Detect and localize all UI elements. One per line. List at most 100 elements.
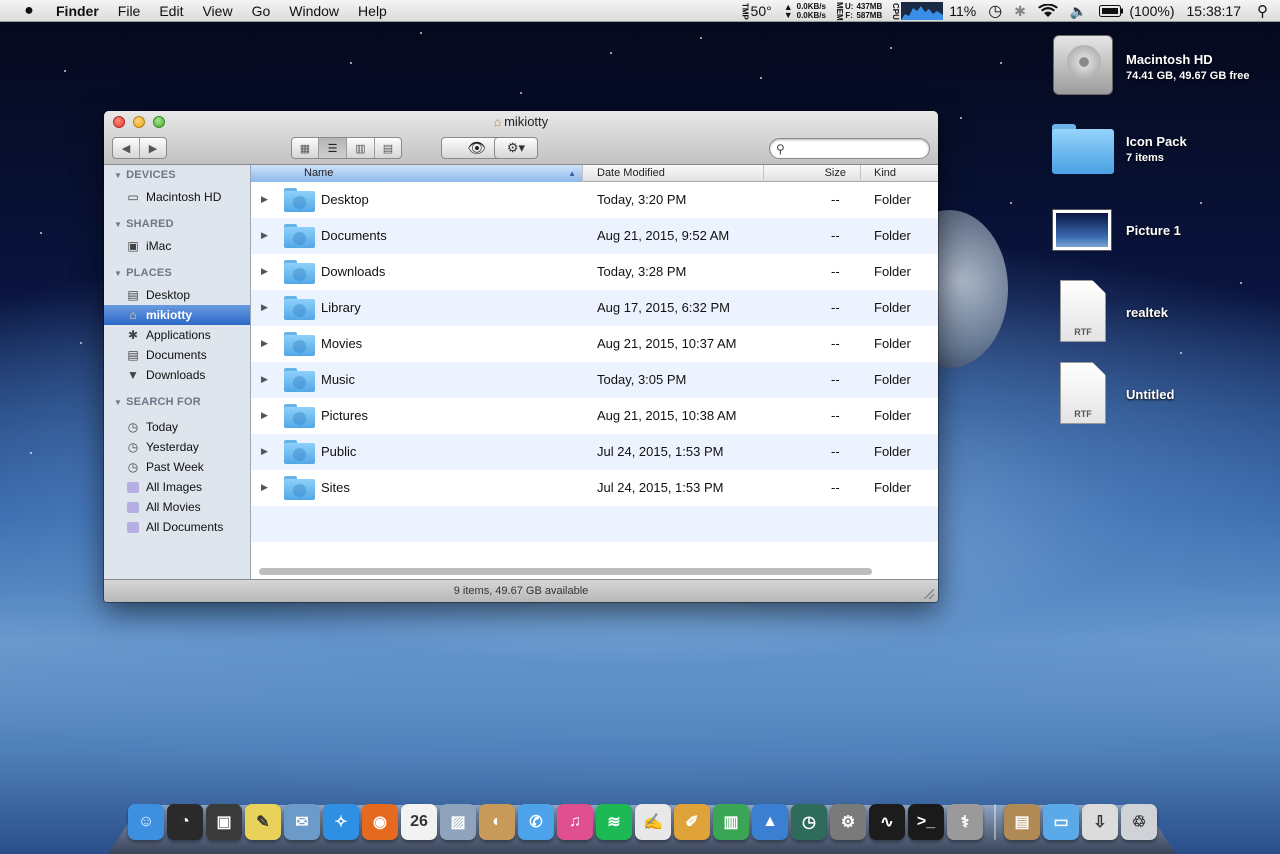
window-titlebar[interactable]: ⌂ mikiotty ◀ ▶ ▦ ☰ ▥ ▤ 👁 ⚙▾ ⚲ xyxy=(104,111,938,165)
disclosure-triangle-icon[interactable]: ▶ xyxy=(261,194,268,205)
menu-help[interactable]: Help xyxy=(358,3,387,19)
dock-applications-stack-icon[interactable]: ▤ xyxy=(1004,804,1040,840)
time-machine-icon[interactable]: ◷ xyxy=(988,1,1002,21)
sidebar-item-yesterday[interactable]: ◷ Yesterday xyxy=(104,437,250,457)
menu-edit[interactable]: Edit xyxy=(159,3,183,19)
dock-dashboard-icon[interactable]: ◔ xyxy=(167,804,203,840)
sidebar-item-imac[interactable]: ▣ iMac xyxy=(104,236,250,256)
sidebar-item-today[interactable]: ◷ Today xyxy=(104,417,250,437)
column-header-kind[interactable]: Kind xyxy=(861,165,938,182)
disclosure-triangle-icon[interactable]: ▶ xyxy=(261,410,268,421)
table-row[interactable]: ▶ Movies Aug 21, 2015, 10:37 AM -- Folder xyxy=(251,326,938,362)
dock-preview-icon[interactable]: ▨ xyxy=(440,804,476,840)
sidebar-section-places[interactable]: ▼ PLACES xyxy=(114,267,172,279)
column-header-name[interactable]: Name ▲ xyxy=(251,165,583,182)
dock-stickies-icon[interactable]: ✎ xyxy=(245,804,281,840)
sidebar-item-desktop[interactable]: ▤ Desktop xyxy=(104,285,250,305)
dock-terminal-icon[interactable]: >_ xyxy=(908,804,944,840)
dock-trash-icon[interactable]: ♲ xyxy=(1121,804,1157,840)
dock-documents-stack-icon[interactable]: ▭ xyxy=(1043,804,1079,840)
table-row[interactable]: ▶ Pictures Aug 21, 2015, 10:38 AM -- Folder xyxy=(251,398,938,434)
menu-window[interactable]: Window xyxy=(289,3,339,19)
dock-textedit-icon[interactable]: ✍ xyxy=(635,804,671,840)
disclosure-triangle-icon[interactable]: ▶ xyxy=(261,302,268,313)
sidebar-item-all-documents[interactable]: All Documents xyxy=(104,517,250,537)
search-field[interactable]: ⚲ xyxy=(769,138,930,159)
action-button[interactable]: ⚙▾ xyxy=(494,137,538,159)
dock-itunes-icon[interactable]: ♫ xyxy=(557,804,593,840)
menu-go[interactable]: Go xyxy=(252,3,271,19)
disclosure-triangle-icon[interactable]: ▶ xyxy=(261,374,268,385)
dock-contacts-icon[interactable]: ◐ xyxy=(479,804,515,840)
column-view-button[interactable]: ▥ xyxy=(347,138,375,158)
search-input[interactable] xyxy=(792,141,922,156)
dock-system-preferences-icon[interactable]: ⚙ xyxy=(830,804,866,840)
dock-safari-icon[interactable]: ✧ xyxy=(323,804,359,840)
icon-view-button[interactable]: ▦ xyxy=(292,138,319,158)
spotlight-icon[interactable]: ⚲ xyxy=(1257,2,1268,20)
dock-finder-icon[interactable]: ☺ xyxy=(128,804,164,840)
dock-disk-utility-icon[interactable]: ⚕ xyxy=(947,804,983,840)
dock-photo-booth-icon[interactable]: ▣ xyxy=(206,804,242,840)
dock-mail-icon[interactable]: ✉ xyxy=(284,804,320,840)
disclosure-triangle-icon[interactable]: ▶ xyxy=(261,446,268,457)
table-row[interactable]: ▶ Downloads Today, 3:28 PM -- Folder xyxy=(251,254,938,290)
coverflow-view-button[interactable]: ▤ xyxy=(375,138,401,158)
dock-calendar-icon[interactable]: 26 xyxy=(401,804,437,840)
table-row[interactable]: ▶ Documents Aug 21, 2015, 9:52 AM -- Folder xyxy=(251,218,938,254)
bluetooth-icon[interactable]: ✱ xyxy=(1014,3,1026,20)
sidebar-item-all-movies[interactable]: All Movies xyxy=(104,497,250,517)
dock-numbers-icon[interactable]: ▥ xyxy=(713,804,749,840)
sidebar-item-home[interactable]: ⌂ mikiotty xyxy=(104,305,250,325)
dock-spotify-icon[interactable]: ≋ xyxy=(596,804,632,840)
table-row[interactable]: ▶ Desktop Today, 3:20 PM -- Folder xyxy=(251,182,938,218)
sidebar-item-applications[interactable]: ✱ Applications xyxy=(104,325,250,345)
menu-finder[interactable]: Finder xyxy=(56,3,99,19)
disclosure-triangle-icon[interactable]: ▶ xyxy=(261,266,268,277)
sidebar-item-downloads[interactable]: ▼ Downloads xyxy=(104,365,250,385)
menu-file[interactable]: File xyxy=(118,3,141,19)
disclosure-triangle-icon[interactable]: ▶ xyxy=(261,338,268,349)
resize-grip-icon[interactable] xyxy=(924,589,934,599)
sidebar-section-devices[interactable]: ▼ DEVICES xyxy=(114,169,176,181)
sidebar-item-all-images[interactable]: All Images xyxy=(104,477,250,497)
dock-keynote-icon[interactable]: ▲ xyxy=(752,804,788,840)
dock-pages-icon[interactable]: ✐ xyxy=(674,804,710,840)
dock-activity-monitor-icon[interactable]: ∿ xyxy=(869,804,905,840)
apple-menu-icon[interactable]: ● xyxy=(18,2,40,20)
table-row[interactable]: ▶ Library Aug 17, 2015, 6:32 PM -- Folder xyxy=(251,290,938,326)
column-header-date-modified[interactable]: Date Modified xyxy=(583,165,764,182)
column-header-size[interactable]: Size xyxy=(764,165,861,182)
menu-view[interactable]: View xyxy=(202,3,232,19)
folder-icon xyxy=(284,476,315,500)
table-row[interactable]: ▶ Public Jul 24, 2015, 1:53 PM -- Folder xyxy=(251,434,938,470)
sidebar-item-past-week[interactable]: ◷ Past Week xyxy=(104,457,250,477)
sidebar-section-shared[interactable]: ▼ SHARED xyxy=(114,218,174,230)
forward-button[interactable]: ▶ xyxy=(140,138,166,158)
dock-messages-icon[interactable]: ✆ xyxy=(518,804,554,840)
sidebar-item-macintosh-hd[interactable]: ▭ Macintosh HD xyxy=(104,187,250,207)
battery-icon[interactable] xyxy=(1099,5,1124,17)
back-button[interactable]: ◀ xyxy=(113,138,140,158)
sidebar-item-documents[interactable]: ▤ Documents xyxy=(104,345,250,365)
dock-time-machine-icon[interactable]: ◷ xyxy=(791,804,827,840)
wifi-icon[interactable] xyxy=(1037,4,1058,18)
temperature-status[interactable]: TMP 50° xyxy=(741,3,772,20)
clock[interactable]: 15:38:17 xyxy=(1187,3,1242,19)
dock-downloads-stack-icon[interactable]: ⇩ xyxy=(1082,804,1118,840)
disclosure-triangle-icon[interactable]: ▶ xyxy=(261,230,268,241)
table-row[interactable]: ▶ Sites Jul 24, 2015, 1:53 PM -- Folder xyxy=(251,470,938,506)
window-title-text: mikiotty xyxy=(504,114,549,129)
volume-icon[interactable]: 🔈 xyxy=(1070,3,1087,20)
network-status[interactable]: 0.0KB/s 0.0KB/s xyxy=(797,2,826,20)
disclosure-triangle-icon[interactable]: ▶ xyxy=(261,482,268,493)
sidebar-section-search-for[interactable]: ▼ SEARCH FOR xyxy=(114,396,201,408)
memory-status[interactable]: 437MB 587MB xyxy=(856,2,882,20)
cpu-graph-icon[interactable] xyxy=(901,2,944,20)
table-row[interactable]: ▶ Music Today, 3:05 PM -- Folder xyxy=(251,362,938,398)
dock-firefox-icon[interactable]: ◉ xyxy=(362,804,398,840)
list-view-button[interactable]: ☰ xyxy=(319,138,347,158)
scrollbar-thumb[interactable] xyxy=(259,568,872,575)
horizontal-scrollbar[interactable] xyxy=(251,563,938,579)
folder-icon xyxy=(284,440,315,464)
